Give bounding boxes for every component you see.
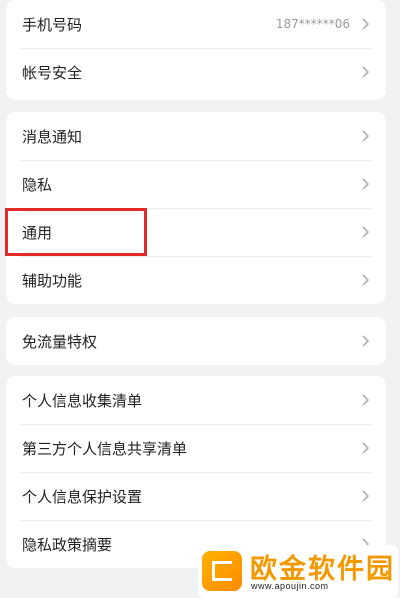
notifications-label: 消息通知 (22, 127, 83, 146)
info-collection-list-label: 个人信息收集清单 (22, 391, 143, 410)
chevron-right-icon (362, 66, 370, 78)
watermark: 欧金软件园 www.apoujin.com (198, 545, 398, 598)
settings-card: 消息通知 隐私 通用 辅助功能 (6, 112, 386, 304)
chevron-right-icon (362, 442, 370, 454)
watermark-logo-icon (202, 551, 242, 591)
data-free-card: 免流量特权 (6, 317, 386, 365)
chevron-right-icon (362, 226, 370, 238)
info-protection-settings-label: 个人信息保护设置 (22, 487, 143, 506)
notifications-row[interactable]: 消息通知 (6, 112, 386, 160)
data-free-privilege-label: 免流量特权 (22, 332, 98, 351)
account-security-row[interactable]: 帐号安全 (6, 48, 386, 96)
chevron-right-icon (362, 394, 370, 406)
account-card: 手机号码 187******06 帐号安全 (6, 0, 386, 100)
chevron-right-icon (362, 274, 370, 286)
privacy-policy-summary-label: 隐私政策摘要 (22, 535, 113, 554)
chevron-right-icon (362, 178, 370, 190)
chevron-right-icon (362, 335, 370, 347)
general-row[interactable]: 通用 (6, 208, 386, 256)
general-label: 通用 (22, 223, 53, 242)
privacy-label: 隐私 (22, 175, 53, 194)
personal-info-card: 个人信息收集清单 第三方个人信息共享清单 个人信息保护设置 隐私政策摘要 (6, 376, 386, 568)
phone-number-label: 手机号码 (22, 15, 83, 34)
chevron-right-icon (362, 490, 370, 502)
info-protection-settings-row[interactable]: 个人信息保护设置 (6, 472, 386, 520)
phone-number-row[interactable]: 手机号码 187******06 (6, 0, 386, 48)
accessibility-label: 辅助功能 (22, 271, 83, 290)
third-party-sharing-row[interactable]: 第三方个人信息共享清单 (6, 424, 386, 472)
watermark-url: www.apoujin.com (251, 581, 329, 591)
data-free-privilege-row[interactable]: 免流量特权 (6, 317, 386, 365)
privacy-row[interactable]: 隐私 (6, 160, 386, 208)
accessibility-row[interactable]: 辅助功能 (6, 256, 386, 304)
chevron-right-icon (362, 18, 370, 30)
third-party-sharing-label: 第三方个人信息共享清单 (22, 439, 188, 458)
chevron-right-icon (362, 130, 370, 142)
phone-number-value: 187******06 (275, 17, 350, 31)
account-security-label: 帐号安全 (22, 63, 83, 82)
info-collection-list-row[interactable]: 个人信息收集清单 (6, 376, 386, 424)
